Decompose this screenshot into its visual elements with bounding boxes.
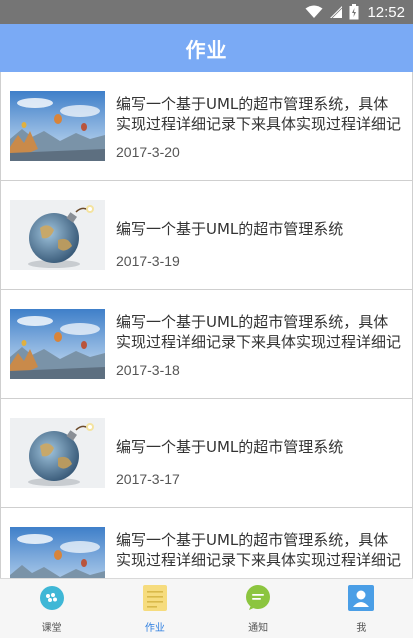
bottom-tab-bar: 课堂 作业 通知 我	[0, 578, 413, 638]
assignment-date: 2017-3-20	[116, 144, 180, 160]
balloon-landscape-thumbnail	[10, 527, 105, 578]
assignment-date: 2017-3-19	[116, 253, 180, 269]
tab-label: 作业	[144, 623, 165, 634]
tab-label: 通知	[248, 623, 269, 634]
wifi-icon	[305, 5, 323, 19]
tab-label: 我	[356, 623, 367, 634]
balloon-landscape-thumbnail	[10, 309, 105, 379]
signal-icon	[329, 5, 343, 19]
tab-homework[interactable]: 作业	[103, 579, 206, 638]
assignment-date: 2017-3-17	[116, 471, 180, 487]
page-title: 作业	[185, 37, 228, 62]
classroom-icon	[39, 585, 65, 611]
assignment-title: 编写一个基于UML的超市管理系统，具体实现过程详细记录下来具体实现过程详细记录下…	[116, 531, 402, 569]
assignment-item[interactable]: 编写一个基于UML的超市管理系统 2017-3-17	[1, 399, 412, 508]
assignment-title: 编写一个基于UML的超市管理系统，具体实现过程详细记录下来具体实现过程详细记录下…	[116, 313, 402, 351]
earth-bomb-thumbnail	[10, 200, 105, 270]
assignment-item[interactable]: 编写一个基于UML的超市管理系统，具体实现过程详细记录下来具体实现过程详细记录下…	[1, 508, 412, 578]
assignment-item[interactable]: 编写一个基于UML的超市管理系统 2017-3-19	[1, 181, 412, 290]
homework-icon	[142, 585, 168, 611]
app-bar: 作业	[0, 24, 413, 72]
assignment-list[interactable]: 编写一个基于UML的超市管理系统，具体实现过程详细记录下来具体实现过程详细记录下…	[0, 72, 413, 578]
status-time: 12:52	[367, 3, 405, 21]
balloon-landscape-thumbnail	[10, 91, 105, 161]
notification-icon	[245, 585, 271, 611]
tab-classroom[interactable]: 课堂	[0, 579, 103, 638]
assignment-item[interactable]: 编写一个基于UML的超市管理系统，具体实现过程详细记录下来具体实现过程详细记录下…	[1, 290, 412, 399]
assignment-date: 2017-3-18	[116, 362, 180, 378]
battery-icon	[349, 4, 359, 20]
tab-profile[interactable]: 我	[310, 579, 413, 638]
status-bar: 12:52	[0, 0, 413, 24]
profile-icon	[348, 585, 375, 611]
assignment-title: 编写一个基于UML的超市管理系统	[116, 438, 344, 456]
earth-bomb-thumbnail	[10, 418, 105, 488]
tab-label: 课堂	[41, 623, 62, 634]
assignment-title: 编写一个基于UML的超市管理系统，具体实现过程详细记录下来具体实现过程详细记录下…	[116, 95, 402, 133]
tab-notification[interactable]: 通知	[207, 579, 310, 638]
assignment-item[interactable]: 编写一个基于UML的超市管理系统，具体实现过程详细记录下来具体实现过程详细记录下…	[1, 72, 412, 181]
assignment-title: 编写一个基于UML的超市管理系统	[116, 220, 344, 238]
